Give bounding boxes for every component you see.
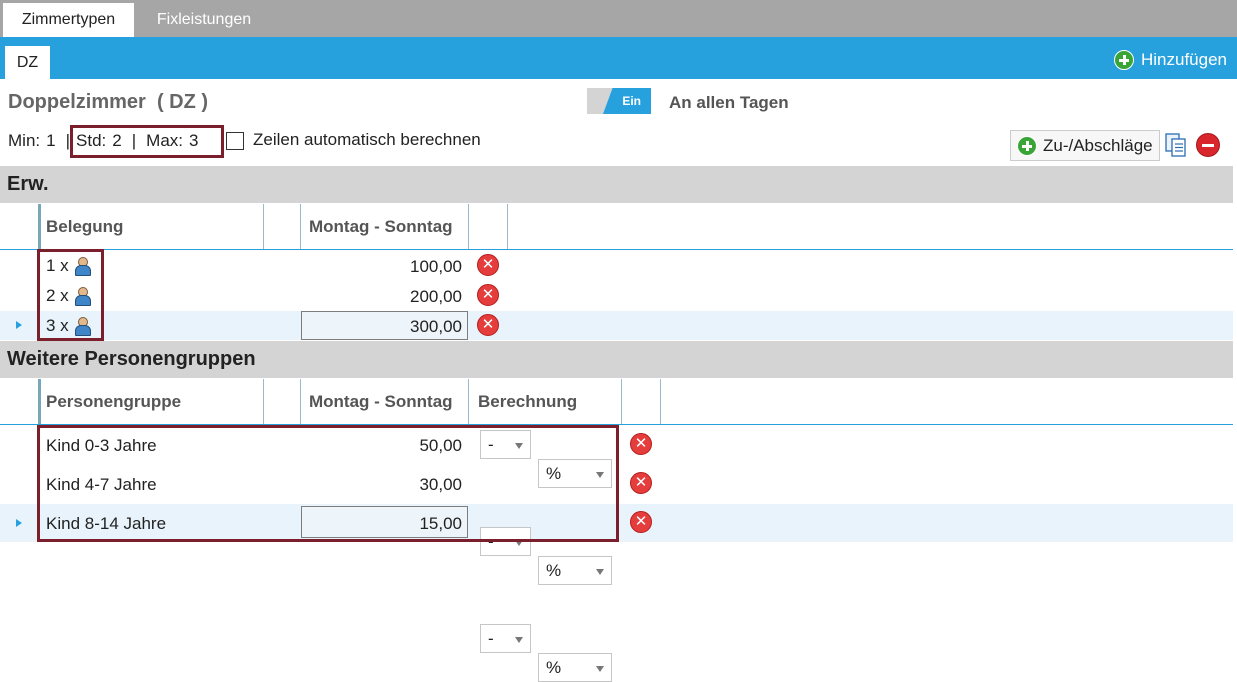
price-cell[interactable]: 300,00 (302, 317, 462, 337)
remove-icon[interactable] (1196, 133, 1220, 157)
auto-calc-label: Zeilen automatisch berechnen (253, 130, 481, 149)
column-header-montag-sonntag[interactable]: Montag - Sonntag (309, 392, 453, 412)
price-cell[interactable]: 100,00 (302, 257, 462, 277)
column-divider (38, 204, 41, 249)
column-divider (660, 379, 661, 424)
unit-select[interactable]: % (538, 556, 612, 585)
row-pointer-icon (16, 519, 22, 527)
delete-icon[interactable]: ✕ (477, 254, 499, 276)
tab-fixleistungen[interactable]: Fixleistungen (138, 3, 270, 37)
selected-row-background (0, 311, 1233, 340)
add-button[interactable]: Hinzufügen (1113, 48, 1227, 72)
adjustments-label: Zu-/Abschläge (1043, 135, 1153, 155)
column-divider (621, 379, 622, 424)
column-divider (468, 204, 469, 249)
header-underline (0, 249, 1233, 250)
all-days-toggle[interactable]: Ein (587, 88, 651, 114)
highlight-box-occupancy (37, 249, 104, 341)
row-pointer-icon (16, 321, 22, 329)
column-header-montag-sonntag[interactable]: Montag - Sonntag (309, 217, 453, 237)
tab-zimmertypen[interactable]: Zimmertypen (3, 3, 134, 37)
price-cell[interactable]: 200,00 (302, 287, 462, 307)
tab-dz[interactable]: DZ (5, 46, 50, 79)
unit-select[interactable]: % (538, 653, 612, 682)
min-value[interactable]: 1 (46, 131, 55, 151)
column-header-personengruppe[interactable]: Personengruppe (46, 392, 181, 412)
section-erw-title: Erw. (0, 166, 1233, 203)
add-button-label: Hinzufügen (1140, 50, 1227, 69)
column-header-berechnung[interactable]: Berechnung (478, 392, 577, 412)
adjustments-button[interactable]: Zu-/Abschläge (1010, 130, 1160, 161)
highlight-box-limits (70, 125, 224, 158)
column-divider (38, 379, 41, 424)
toggle-label: An allen Tagen (669, 93, 789, 112)
delete-icon[interactable]: ✕ (477, 284, 499, 306)
delete-icon[interactable]: ✕ (630, 472, 652, 494)
delete-icon[interactable]: ✕ (630, 511, 652, 533)
min-label: Min: (8, 131, 41, 150)
column-divider (300, 204, 301, 249)
toggle-state: Ein (603, 88, 651, 114)
plus-icon (1113, 50, 1134, 70)
delete-icon[interactable]: ✕ (477, 314, 499, 336)
plus-icon (1017, 135, 1037, 156)
highlight-box-groups (37, 425, 619, 542)
copy-icon[interactable] (1163, 132, 1189, 158)
section-groups-title: Weitere Personengruppen (0, 341, 1233, 378)
auto-calc-checkbox[interactable] (226, 132, 244, 150)
operator-select[interactable]: - (480, 624, 531, 653)
column-divider (507, 204, 508, 249)
column-divider (468, 379, 469, 424)
room-code: ( DZ ) (156, 91, 209, 113)
delete-icon[interactable]: ✕ (630, 433, 652, 455)
column-divider (300, 379, 301, 424)
room-title: Doppelzimmer ( DZ ) (8, 91, 208, 114)
column-divider (263, 379, 264, 424)
column-divider (263, 204, 264, 249)
room-type-bar (0, 37, 1237, 79)
room-name: Doppelzimmer (8, 91, 146, 113)
column-header-belegung[interactable]: Belegung (46, 217, 123, 237)
